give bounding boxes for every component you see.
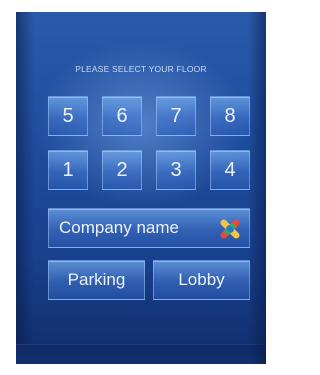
company-name-button[interactable]: Company name — [48, 208, 250, 248]
floor-6-button[interactable]: 6 — [102, 96, 142, 136]
floor-8-button[interactable]: 8 — [210, 96, 250, 136]
floor-3-button[interactable]: 3 — [156, 150, 196, 190]
panel-bottom-band — [16, 344, 266, 364]
elevator-panel: PLEASE SELECT YOUR FLOOR 5 6 7 8 1 2 3 4… — [16, 12, 266, 364]
floor-5-button[interactable]: 5 — [48, 96, 88, 136]
company-name-label: Company name — [59, 218, 180, 237]
floor-7-button[interactable]: 7 — [156, 96, 196, 136]
colorful-x-logo-icon — [217, 216, 243, 242]
floor-4-button[interactable]: 4 — [210, 150, 250, 190]
floor-2-button[interactable]: 2 — [102, 150, 142, 190]
floor-1-button[interactable]: 1 — [48, 150, 88, 190]
select-floor-prompt: PLEASE SELECT YOUR FLOOR — [75, 64, 207, 74]
lobby-button[interactable]: Lobby — [153, 260, 250, 300]
parking-button[interactable]: Parking — [48, 260, 145, 300]
